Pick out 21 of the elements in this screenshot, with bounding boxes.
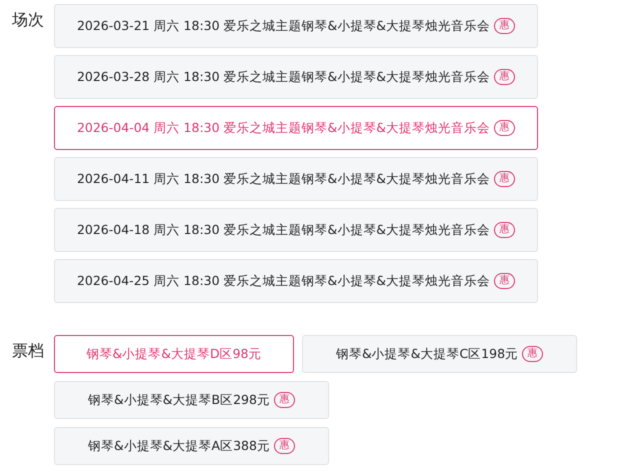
discount-badge: 惠: [494, 18, 516, 34]
discount-badge: 惠: [494, 69, 516, 85]
discount-badge: 惠: [274, 438, 295, 454]
session-option[interactable]: 2026-04-04 周六 18:30 爱乐之城主题钢琴&小提琴&大提琴烛光音乐会 惠: [54, 106, 538, 150]
session-option[interactable]: 2026-03-21 周六 18:30 爱乐之城主题钢琴&小提琴&大提琴烛光音乐会 惠: [54, 4, 538, 48]
discount-badge: 惠: [274, 392, 295, 408]
session-option[interactable]: 2026-03-28 周六 18:30 爱乐之城主题钢琴&小提琴&大提琴烛光音乐会 惠: [54, 55, 538, 99]
discount-badge: 惠: [494, 120, 516, 136]
session-option[interactable]: 2026-04-11 周六 18:30 爱乐之城主题钢琴&小提琴&大提琴烛光音乐会 惠: [54, 157, 538, 201]
discount-badge: 惠: [522, 346, 544, 362]
discount-badge: 惠: [494, 273, 516, 289]
discount-badge: 惠: [494, 171, 516, 187]
section-label: 场次: [11, 9, 45, 31]
ticket-option[interactable]: 钢琴&小提琴&大提琴A区388元 惠: [54, 427, 329, 465]
ticket-option[interactable]: 钢琴&小提琴&大提琴D区98元: [54, 335, 294, 373]
ticket-option[interactable]: 钢琴&小提琴&大提琴B区298元 惠: [54, 381, 329, 419]
session-option[interactable]: 2026-04-18 周六 18:30 爱乐之城主题钢琴&小提琴&大提琴烛光音乐会 惠: [54, 208, 538, 252]
discount-badge: 惠: [494, 222, 516, 238]
section-label: 票档: [11, 340, 45, 362]
ticket-option[interactable]: 钢琴&小提琴&大提琴C区198元 惠: [302, 335, 577, 373]
session-option[interactable]: 2026-04-25 周六 18:30 爱乐之城主题钢琴&小提琴&大提琴烛光音乐会 惠: [54, 259, 538, 303]
